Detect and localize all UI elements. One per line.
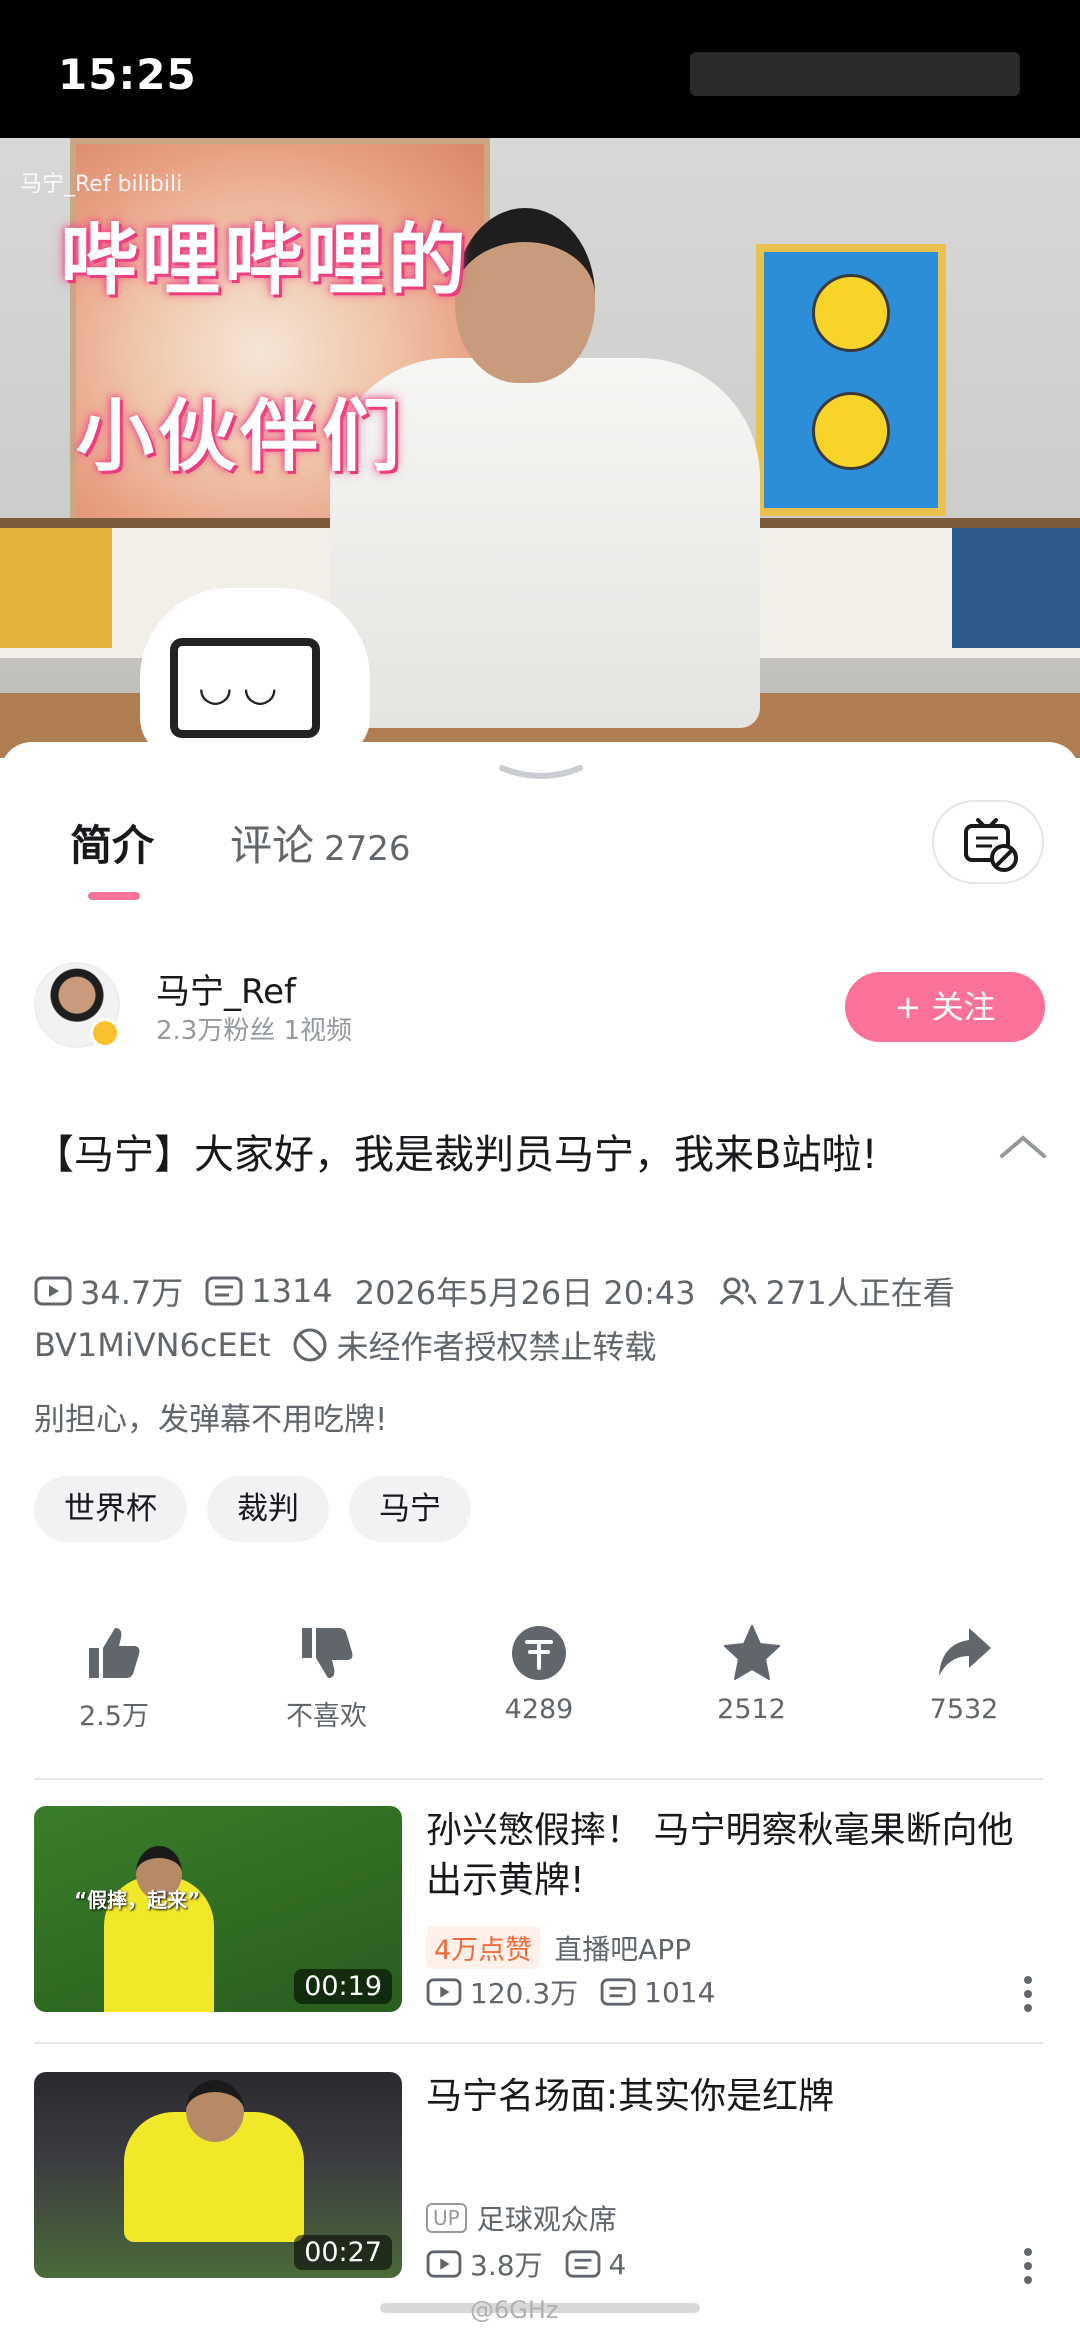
danmaku-icon [600, 1978, 636, 2006]
chevron-up-icon[interactable] [998, 1132, 1048, 1162]
like-button[interactable]: 2.5万 [34, 1622, 194, 1733]
view-count: 34.7万 [34, 1268, 183, 1314]
recommended-title[interactable]: 马宁名场面:其实你是红牌 [426, 2072, 1044, 2122]
viewers-icon [719, 1277, 757, 1305]
recommended-stats: 3.8万 4 [426, 2244, 648, 2284]
more-options-icon[interactable] [1024, 2248, 1032, 2290]
dislike-button[interactable]: 不喜欢 [247, 1622, 407, 1733]
share-arrow-icon [939, 1628, 991, 1676]
uploader-stats: 2.3万粉丝 1视频 [156, 1016, 353, 1046]
recommended-source: 4万点赞 直播吧APP [426, 1926, 691, 1969]
share-button[interactable]: 7532 [884, 1622, 1044, 1733]
follow-button[interactable]: + 关注 [845, 972, 1045, 1042]
more-options-icon[interactable] [1024, 1976, 1032, 2018]
bilibili-mascot: ◡ ◡ [140, 588, 370, 758]
recommended-stats: 120.3万 1014 [426, 1972, 737, 2012]
bvid: BV1MiVN6cEEt [34, 1326, 271, 1364]
prohibited-icon [293, 1328, 327, 1362]
video-shelf-yellow [0, 528, 112, 648]
thumbs-down-icon [301, 1628, 352, 1678]
video-thumbnail[interactable]: “假摔，起来” 00:19 [34, 1806, 402, 2012]
danmaku-icon [565, 2250, 600, 2278]
status-icons [690, 52, 1020, 96]
tag-chip[interactable]: 裁判 [207, 1476, 329, 1542]
danmaku-icon [205, 1276, 243, 1306]
source-name: 直播吧APP [554, 1932, 692, 1966]
danmaku-toggle-button[interactable] [932, 800, 1044, 884]
uploader-name[interactable]: 马宁_Ref [156, 964, 296, 1013]
status-time: 15:25 [58, 50, 197, 99]
thumbs-up-icon [89, 1628, 140, 1678]
tag-chip[interactable]: 世界杯 [34, 1476, 187, 1542]
likes-badge: 4万点赞 [426, 1926, 541, 1969]
recommended-video[interactable]: 00:27 马宁名场面:其实你是红牌 UP 足球观众席 3.8万 4 [34, 2072, 1044, 2284]
watching-count: 271人正在看 [718, 1268, 955, 1314]
video-player[interactable]: ◡ ◡ 马宁_Ref bilibili 哔哩哔哩的 小伙伴们 [0, 138, 1080, 758]
verified-badge-icon [90, 1018, 120, 1048]
tag-list: 世界杯 裁判 马宁 [34, 1476, 491, 1542]
thumbnail-caption: “假摔，起来” [74, 1888, 201, 1912]
play-count-icon [426, 2250, 462, 2278]
tab-comments[interactable]: 评论 2726 [230, 812, 411, 873]
video-duration: 00:27 [294, 2235, 392, 2270]
tab-comments-label: 评论 [230, 821, 315, 870]
video-duration: 00:19 [294, 1969, 392, 2004]
recommended-source: UP 足球观众席 [426, 2198, 617, 2238]
danmaku-count: 1314 [205, 1272, 333, 1310]
divider [34, 1778, 1044, 1780]
up-badge-icon: UP [426, 2203, 467, 2233]
video-meta-row-2: BV1MiVN6cEEt 未经作者授权禁止转载 [34, 1322, 679, 1368]
smiley-icon [812, 274, 890, 352]
favorite-button[interactable]: 2512 [672, 1622, 832, 1733]
copyright-notice: 未经作者授权禁止转载 [292, 1322, 657, 1368]
recommended-video[interactable]: “假摔，起来” 00:19 孙兴慜假摔！ 马宁明察秋毫果断向他出示黄牌! 4万点… [34, 1806, 1044, 2016]
image-watermark: @6GHz [470, 2296, 559, 2324]
video-overlay-line-2: 小伙伴们 [76, 392, 405, 482]
video-poster [756, 244, 946, 516]
status-bar: 15:25 [0, 0, 1080, 138]
play-count-icon [34, 1276, 72, 1306]
video-description: 别担心，发弹幕不用吃牌! [34, 1402, 388, 1438]
publish-datetime: 2026年5月26日 20:43 [354, 1274, 696, 1312]
play-count-icon [426, 1978, 462, 2006]
detail-sheet: 简介 评论 2726 马宁_Ref 2.3万粉丝 1视频 + 关注 【马宁】大家好… [0, 742, 1080, 2337]
tab-indicator [88, 892, 140, 900]
source-name: 足球观众席 [476, 2203, 617, 2236]
action-bar: 2.5万 不喜欢 4289 2512 7532 [34, 1622, 1044, 1733]
video-watermark: 马宁_Ref bilibili [20, 172, 183, 197]
smiley-icon [812, 392, 890, 470]
sheet-handle-icon[interactable] [496, 760, 586, 786]
danmaku-count: 4 [565, 2248, 626, 2281]
divider [34, 2042, 1044, 2044]
recommended-title[interactable]: 孙兴慜假摔！ 马宁明察秋毫果断向他出示黄牌! [426, 1806, 1044, 1906]
tab-comments-count: 2726 [324, 829, 411, 869]
view-count: 3.8万 [426, 2244, 543, 2284]
coin-icon [512, 1626, 566, 1680]
star-icon [723, 1625, 780, 1680]
view-count: 120.3万 [426, 1972, 578, 2012]
danmaku-off-icon [964, 818, 1018, 872]
tag-chip[interactable]: 马宁 [349, 1476, 471, 1542]
video-thumbnail[interactable]: 00:27 [34, 2072, 402, 2278]
video-overlay-line-1: 哔哩哔哩的 [60, 216, 471, 306]
danmaku-count: 1014 [600, 1976, 715, 2009]
coin-button[interactable]: 4289 [459, 1622, 619, 1733]
video-shelf-blue [952, 528, 1080, 648]
tab-intro[interactable]: 简介 [70, 812, 154, 873]
video-title: 【马宁】大家好，我是裁判员马宁，我来B站啦! [34, 1132, 878, 1178]
video-meta-row: 34.7万 1314 2026年5月26日 20:43 271人正在看 [34, 1268, 977, 1314]
